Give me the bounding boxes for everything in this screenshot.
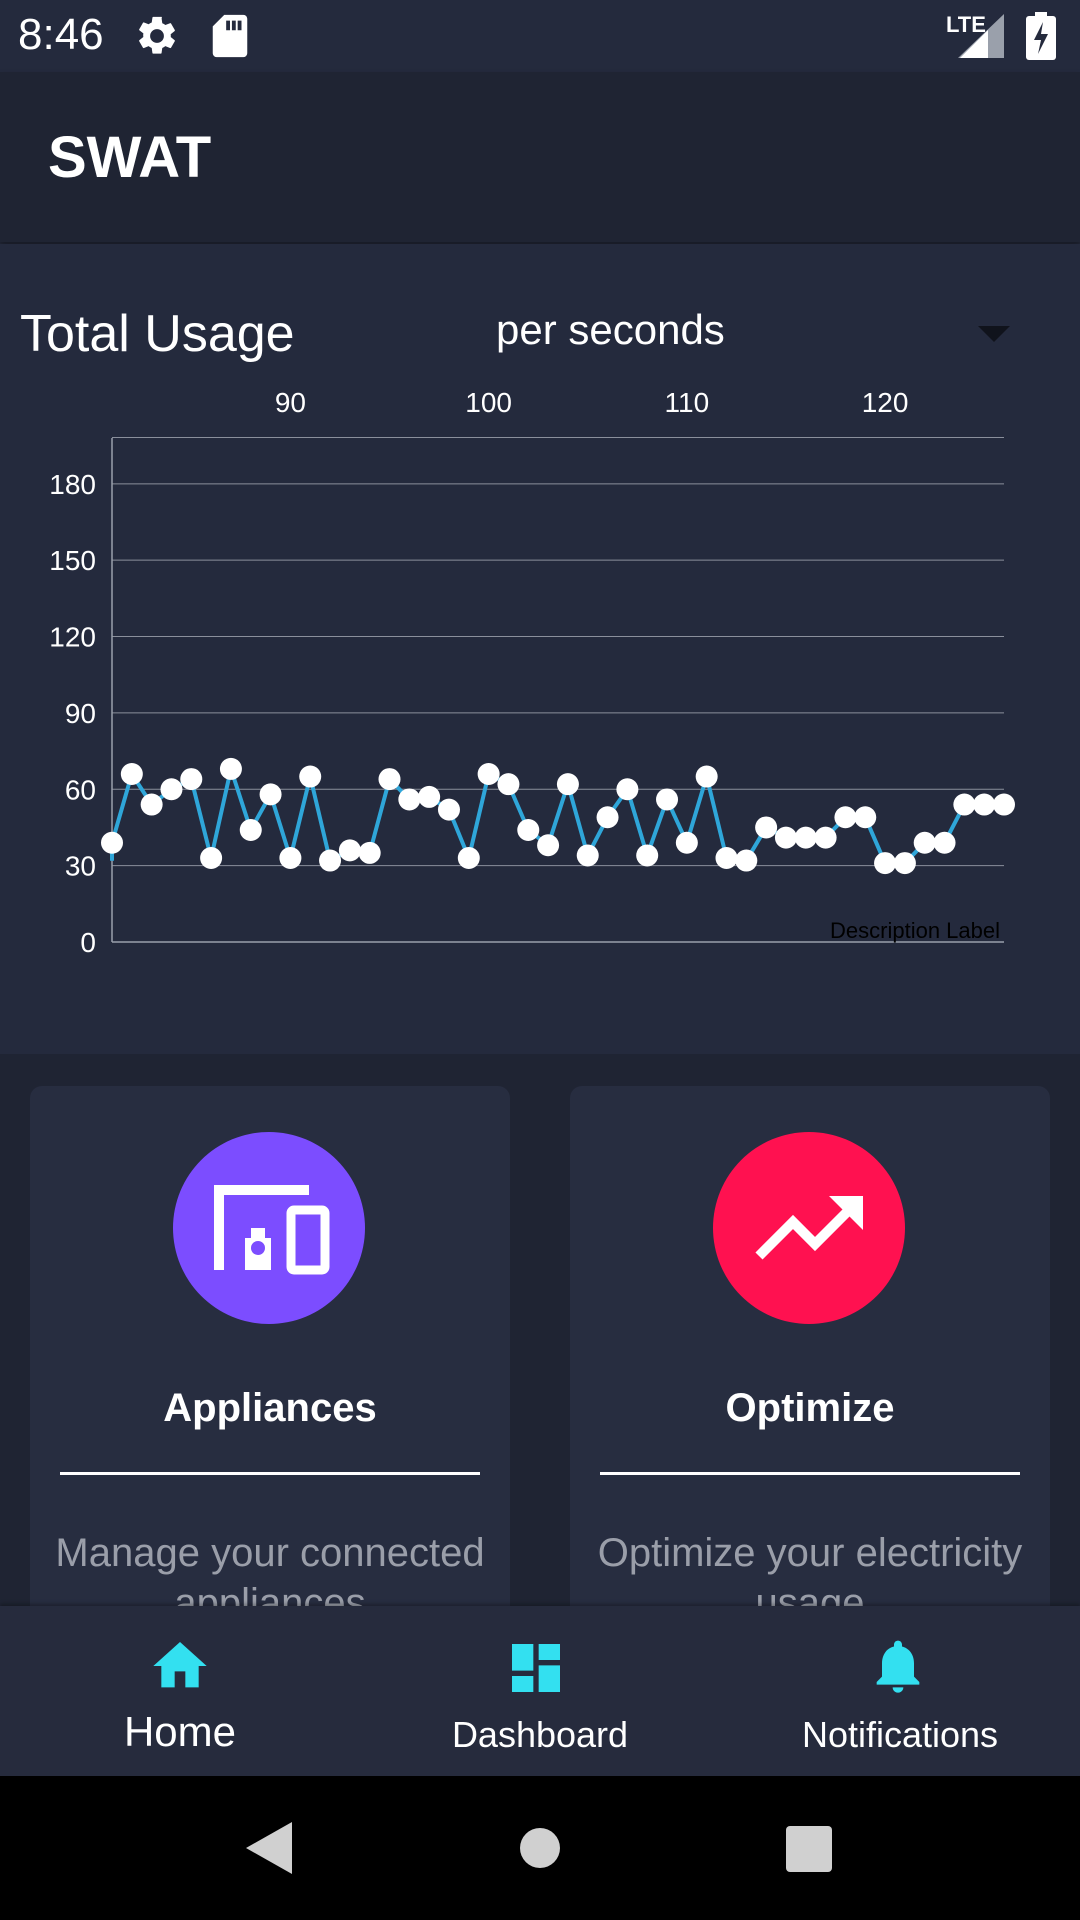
data-point	[556, 773, 579, 796]
data-point	[160, 778, 183, 801]
data-point	[200, 847, 223, 869]
x-tick-label: 110	[665, 387, 710, 418]
usage-line-chart: 0 30 60 90 120 150 180 90 100 110 120 Description L…	[49, 387, 1015, 958]
data-point	[636, 844, 659, 867]
nav-label-dashboard: Dashboard	[451, 1714, 629, 1755]
data-point	[418, 785, 441, 808]
data-point	[893, 852, 916, 875]
system-navigation-bar	[0, 1776, 1080, 1920]
dropdown-arrow-icon[interactable]	[978, 326, 1010, 342]
appliances-icon-circle	[173, 1132, 365, 1324]
data-point	[219, 757, 242, 780]
recents-icon[interactable]	[786, 1826, 832, 1872]
data-point	[497, 773, 520, 796]
data-point	[973, 793, 996, 816]
data-point	[120, 763, 143, 785]
appliances-card[interactable]: Appliances Manage your connected applian…	[30, 1086, 510, 1606]
data-point	[576, 844, 599, 867]
nav-label-home: Home	[123, 1708, 237, 1755]
data-point	[616, 778, 639, 801]
nav-item-home[interactable]: Home	[0, 1606, 360, 1776]
optimize-title: Optimize	[725, 1386, 895, 1430]
description-label: Description Label	[830, 918, 1000, 943]
status-time: 8:46	[18, 10, 104, 59]
optimize-description: Optimize your electricity usage	[597, 1531, 1023, 1606]
trending-up-icon	[755, 1196, 863, 1260]
data-point	[517, 819, 540, 841]
feature-cards: Appliances Manage your connected applian…	[0, 1054, 1080, 1606]
back-icon[interactable]	[246, 1822, 292, 1874]
status-bar: 8:46 LTE	[0, 0, 1080, 72]
dashboard-icon	[512, 1644, 560, 1692]
x-tick-label: 90	[275, 387, 306, 418]
data-point	[378, 768, 401, 791]
home-icon	[153, 1642, 207, 1688]
data-point	[854, 806, 877, 829]
appliances-description: Manage your connected appliances	[55, 1531, 485, 1606]
optimize-icon-circle	[713, 1132, 905, 1324]
y-tick-label: 60	[65, 774, 96, 805]
data-point	[358, 841, 381, 864]
data-point	[239, 819, 262, 841]
data-point	[299, 765, 322, 788]
x-tick-label: 100	[465, 387, 512, 418]
nav-label-notifications: Notifications	[801, 1714, 999, 1755]
data-point	[993, 793, 1015, 816]
data-point	[259, 783, 282, 806]
data-point	[834, 806, 857, 829]
sd-card-icon	[212, 14, 248, 58]
y-tick-label: 150	[49, 545, 96, 576]
period-dropdown[interactable]: per seconds	[496, 306, 725, 354]
card-divider	[60, 1472, 480, 1475]
card-divider	[600, 1472, 1020, 1475]
y-tick-label: 30	[65, 851, 96, 882]
data-point	[279, 847, 302, 869]
data-point	[874, 852, 897, 875]
data-point	[675, 831, 698, 854]
battery-charging-icon	[1026, 12, 1056, 60]
data-point	[477, 763, 500, 785]
appliances-title: Appliances	[163, 1386, 377, 1430]
nav-item-notifications[interactable]: Notifications	[720, 1606, 1080, 1776]
devices-icon	[214, 1185, 330, 1275]
data-point	[180, 768, 203, 791]
y-tick-label: 120	[49, 622, 96, 653]
data-point	[596, 806, 619, 829]
data-point	[457, 847, 480, 869]
y-tick-label: 180	[49, 469, 96, 500]
data-point	[913, 831, 936, 854]
data-point	[656, 788, 679, 811]
data-point	[774, 826, 797, 849]
y-tick-label: 90	[65, 698, 96, 729]
nav-item-dashboard[interactable]: Dashboard	[360, 1606, 720, 1776]
app-title: SWAT	[48, 125, 212, 190]
data-point	[794, 826, 817, 849]
x-tick-label: 120	[862, 387, 909, 418]
data-point	[101, 831, 123, 854]
y-tick-label: 0	[80, 927, 96, 958]
data-point	[338, 839, 361, 862]
app-bar: SWAT	[0, 72, 1080, 242]
data-point	[933, 831, 956, 854]
data-point	[755, 816, 778, 839]
data-point	[715, 847, 738, 869]
data-point	[953, 793, 976, 816]
usage-chart-section: Total Usage per seconds 0 30 60 90 120 150 180…	[0, 244, 1080, 1054]
chart-title: Total Usage	[20, 305, 295, 363]
data-point	[398, 788, 421, 811]
data-point	[140, 793, 163, 816]
bell-icon	[876, 1640, 920, 1693]
data-point	[537, 834, 560, 857]
data-point	[735, 849, 758, 872]
data-point	[814, 826, 837, 849]
data-point	[319, 849, 342, 872]
home-circle-icon[interactable]	[520, 1828, 560, 1868]
signal-icon	[958, 14, 1004, 58]
optimize-card[interactable]: Optimize Optimize your electricity usage	[570, 1086, 1050, 1606]
data-point	[437, 798, 460, 821]
data-point	[695, 765, 718, 788]
bottom-navigation: Home Dashboard Notifications	[0, 1606, 1080, 1776]
settings-icon	[139, 16, 175, 54]
